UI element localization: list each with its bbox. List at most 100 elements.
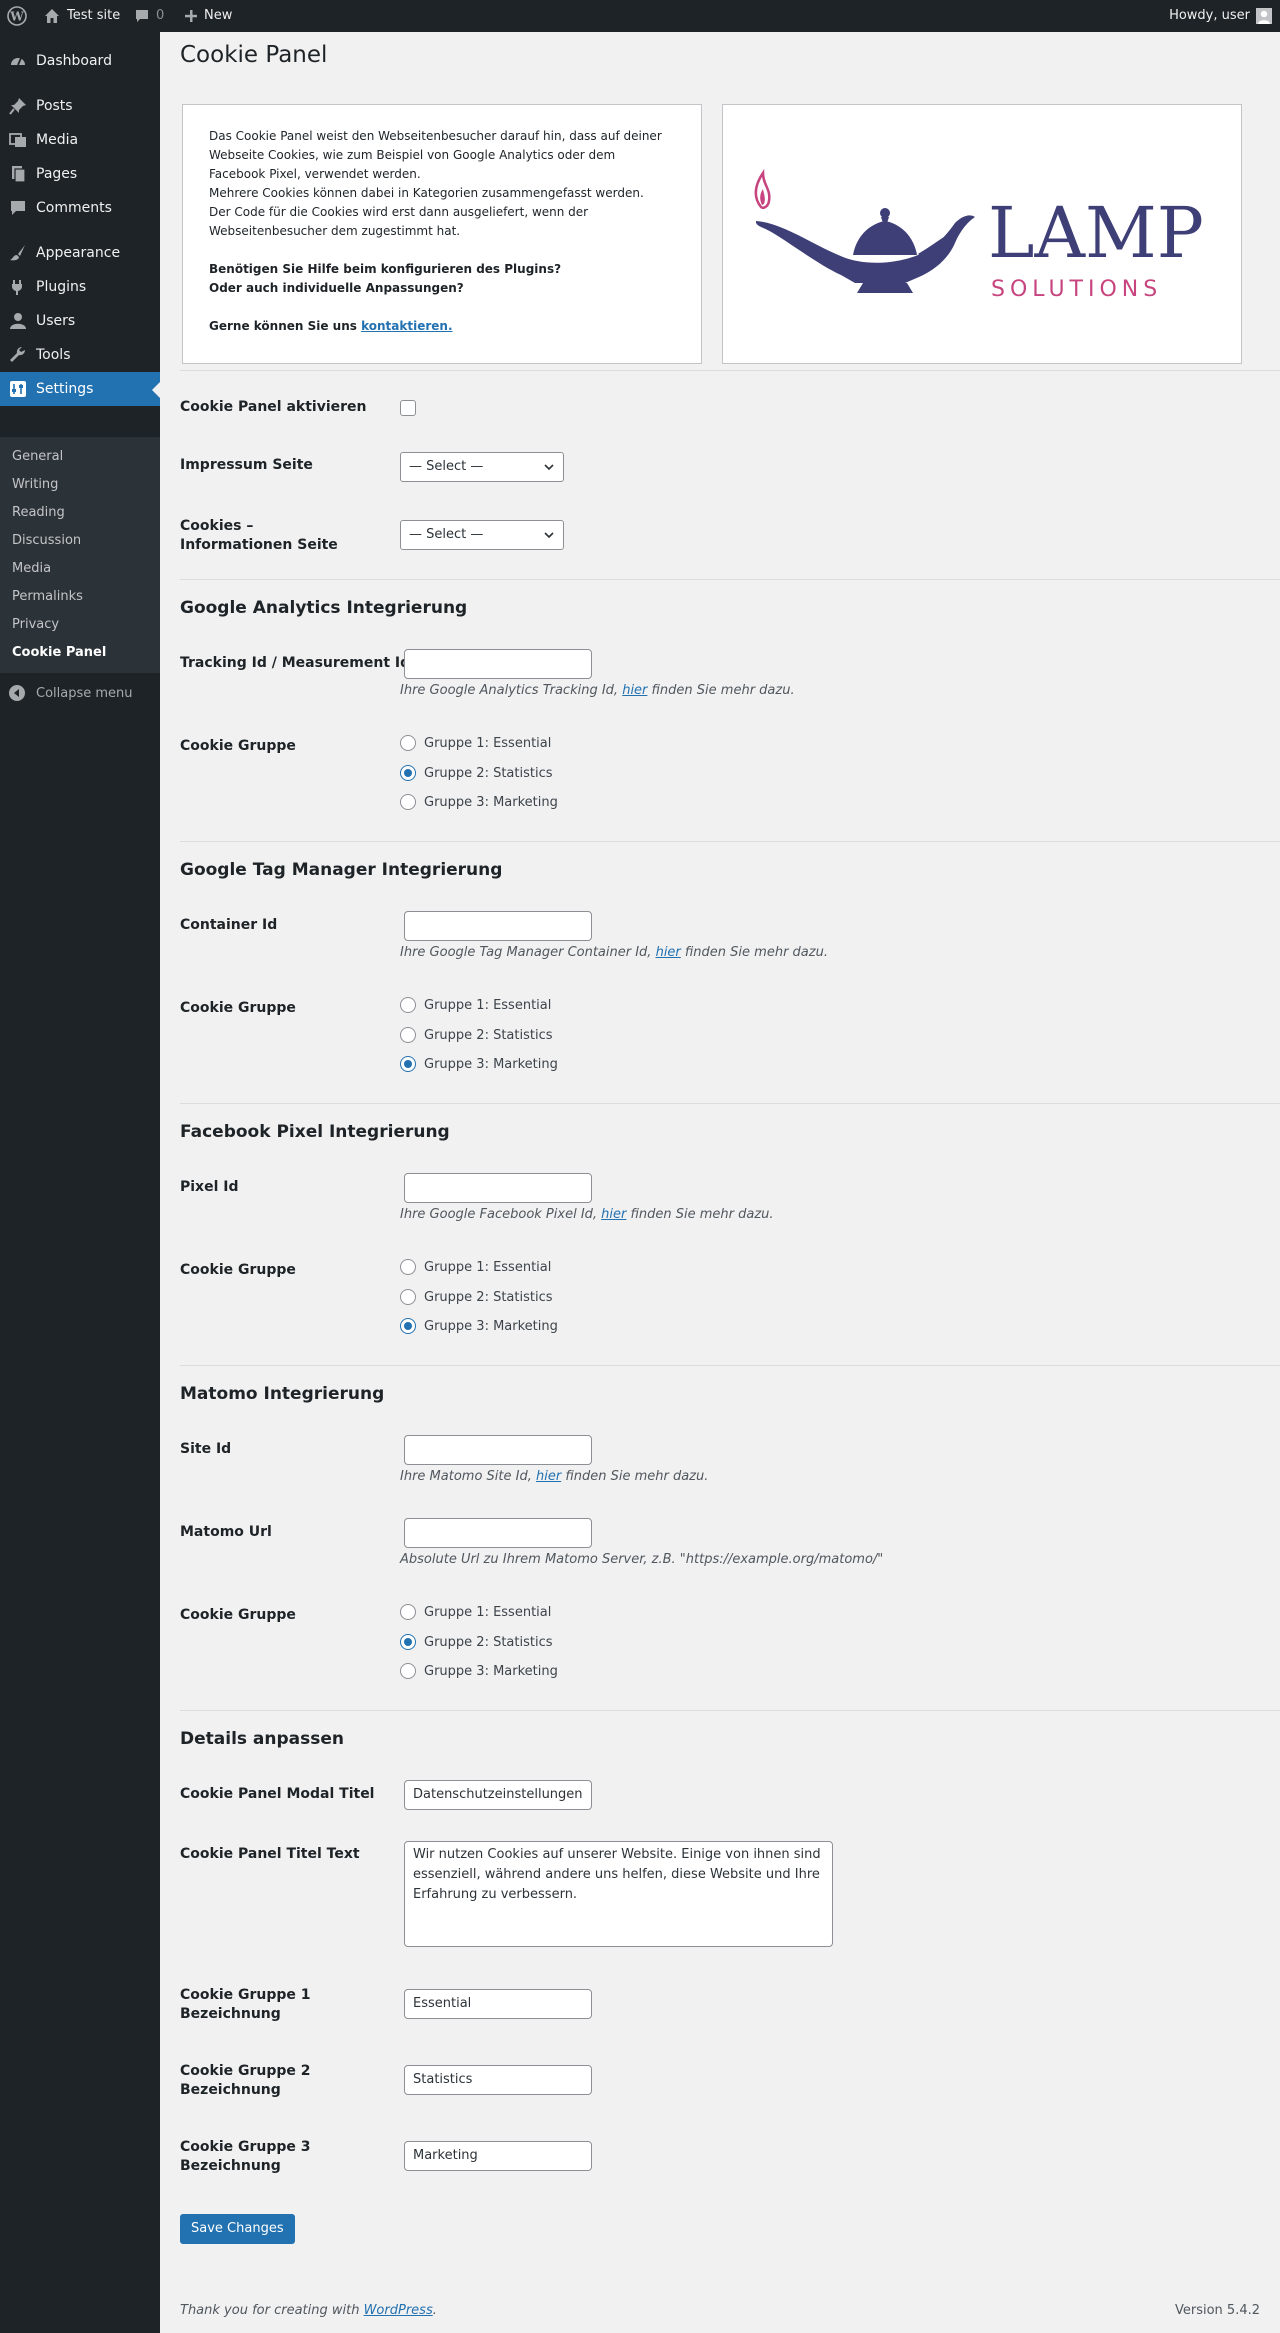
radio-button[interactable] <box>400 794 416 810</box>
site-name-link[interactable]: Test site <box>44 0 120 32</box>
new-content-link[interactable]: New <box>184 0 232 32</box>
matomo-url-description: Absolute Url zu Ihrem Matomo Server, z.B… <box>400 1552 884 1567</box>
fb-radio-group-1[interactable]: Gruppe 1: Essential <box>400 1259 551 1275</box>
submenu-item-privacy[interactable]: Privacy <box>12 617 59 632</box>
matomo-help-link[interactable]: hier <box>536 1469 561 1484</box>
sidebar-item-label: Settings <box>36 381 94 397</box>
ga-section-title: Google Analytics Integrierung <box>180 598 468 618</box>
sidebar-item-tools[interactable]: Tools <box>0 338 160 372</box>
radio-label: Gruppe 1: Essential <box>424 997 552 1013</box>
submenu-item-discussion[interactable]: Discussion <box>12 533 81 548</box>
settings-submenu: General Writing Reading Discussion Media… <box>0 437 160 673</box>
fb-description: Ihre Google Facebook Pixel Id, hier find… <box>400 1207 774 1222</box>
desc-suffix: finden Sie mehr dazu. <box>561 1469 709 1484</box>
admin-bar: W Test site 0 New Howdy, user <box>0 0 1280 32</box>
wordpress-logo-icon[interactable]: W <box>7 0 27 32</box>
desc-suffix: finden Sie mehr dazu. <box>647 683 795 698</box>
radio-button[interactable] <box>400 1027 416 1043</box>
desc-prefix: Ihre Matomo Site Id, <box>400 1469 536 1484</box>
details-section-title: Details anpassen <box>180 1729 345 1749</box>
submenu-item-permalinks[interactable]: Permalinks <box>12 589 83 604</box>
sidebar-item-media[interactable]: Media <box>0 123 160 157</box>
gtm-help-link[interactable]: hier <box>656 945 681 960</box>
account-menu[interactable]: Howdy, user <box>1169 0 1272 32</box>
title-text-textarea[interactable]: Wir nutzen Cookies auf unserer Website. … <box>404 1841 833 1947</box>
site-name: Test site <box>67 8 121 23</box>
contact-link[interactable]: kontaktieren. <box>361 319 452 333</box>
group1-name-input[interactable]: Essential <box>404 1989 592 2019</box>
radio-button[interactable] <box>400 1604 416 1620</box>
sidebar-item-pages[interactable]: Pages <box>0 157 160 191</box>
radio-button[interactable] <box>400 1056 416 1072</box>
matomo-radio-group-2[interactable]: Gruppe 2: Statistics <box>400 1634 553 1650</box>
submenu-item-cookie-panel[interactable]: Cookie Panel <box>12 645 106 660</box>
radio-label: Gruppe 2: Statistics <box>424 1634 553 1650</box>
radio-button[interactable] <box>400 1634 416 1650</box>
submenu-item-writing[interactable]: Writing <box>12 477 58 492</box>
fb-pixel-label: Pixel Id <box>180 1179 239 1195</box>
gtm-radio-group-2[interactable]: Gruppe 2: Statistics <box>400 1027 553 1043</box>
sidebar-item-settings[interactable]: Settings <box>0 372 160 406</box>
modal-title-input[interactable]: Datenschutzeinstellungen <box>404 1780 592 1810</box>
matomo-radio-group-1[interactable]: Gruppe 1: Essential <box>400 1604 551 1620</box>
user-icon <box>8 311 28 331</box>
sidebar-item-plugins[interactable]: Plugins <box>0 270 160 304</box>
radio-button[interactable] <box>400 997 416 1013</box>
ga-tracking-input[interactable] <box>404 649 592 679</box>
submenu-item-general[interactable]: General <box>12 449 63 464</box>
fb-help-link[interactable]: hier <box>601 1207 626 1222</box>
fb-radio-group-2[interactable]: Gruppe 2: Statistics <box>400 1289 553 1305</box>
cookies-info-label: Cookies – Informationen Seite <box>180 518 338 553</box>
submenu-item-media[interactable]: Media <box>12 561 51 576</box>
plug-icon <box>8 277 28 297</box>
gtm-radio-group-1[interactable]: Gruppe 1: Essential <box>400 997 551 1013</box>
sidebar-item-comments[interactable]: Comments <box>0 191 160 225</box>
cookies-info-select[interactable]: — Select — <box>400 520 564 550</box>
collapse-menu-button[interactable]: Collapse menu <box>8 684 133 702</box>
intro-contact: Gerne können Sie uns kontaktieren. <box>209 317 675 336</box>
radio-button[interactable] <box>400 1259 416 1275</box>
radio-button[interactable] <box>400 735 416 751</box>
activate-label: Cookie Panel aktivieren <box>180 399 367 415</box>
impressum-select[interactable]: — Select — <box>400 452 564 482</box>
wordpress-link[interactable]: WordPress <box>364 2303 433 2318</box>
sidebar-item-label: Users <box>36 313 76 329</box>
sidebar-item-dashboard[interactable]: Dashboard <box>0 44 160 78</box>
modal-title-label: Cookie Panel Modal Titel <box>180 1786 375 1802</box>
sidebar-item-users[interactable]: Users <box>0 304 160 338</box>
intro-box: Das Cookie Panel weist den Webseitenbesu… <box>182 104 702 364</box>
cookies-info-select-value: — Select — <box>409 527 484 542</box>
radio-button[interactable] <box>400 765 416 781</box>
fb-pixel-input[interactable] <box>404 1173 592 1203</box>
gtm-description: Ihre Google Tag Manager Container Id, hi… <box>400 945 828 960</box>
sidebar-item-appearance[interactable]: Appearance <box>0 236 160 270</box>
collapse-label: Collapse menu <box>36 685 133 701</box>
comments-link[interactable]: 0 <box>134 0 164 32</box>
matomo-site-input[interactable] <box>404 1435 592 1465</box>
gtm-radio-group-3[interactable]: Gruppe 3: Marketing <box>400 1056 558 1072</box>
matomo-radio-group-3[interactable]: Gruppe 3: Marketing <box>400 1663 558 1679</box>
intro-text-1: Das Cookie Panel weist den Webseitenbesu… <box>209 129 662 181</box>
activate-checkbox[interactable] <box>400 400 416 416</box>
radio-button[interactable] <box>400 1318 416 1334</box>
group2-name-input[interactable]: Statistics <box>404 2065 592 2095</box>
ga-radio-group-3[interactable]: Gruppe 3: Marketing <box>400 794 558 810</box>
intro-help-1: Benötigen Sie Hilfe beim konfigurieren d… <box>209 262 562 276</box>
matomo-url-input[interactable] <box>404 1518 592 1548</box>
ga-radio-group-1[interactable]: Gruppe 1: Essential <box>400 735 551 751</box>
intro-help-2: Oder auch individuelle Anpassungen? <box>209 281 464 295</box>
fb-radio-group-3[interactable]: Gruppe 3: Marketing <box>400 1318 558 1334</box>
save-changes-button[interactable]: Save Changes <box>180 2214 295 2244</box>
gtm-container-input[interactable] <box>404 911 592 941</box>
radio-label: Gruppe 2: Statistics <box>424 765 553 781</box>
footer-thanks: Thank you for creating with WordPress. <box>180 2303 437 2318</box>
radio-label: Gruppe 3: Marketing <box>424 1663 558 1679</box>
radio-button[interactable] <box>400 1289 416 1305</box>
radio-button[interactable] <box>400 1663 416 1679</box>
group3-name-input[interactable]: Marketing <box>404 2141 592 2171</box>
sidebar-item-posts[interactable]: Posts <box>0 89 160 123</box>
ga-radio-group-2[interactable]: Gruppe 2: Statistics <box>400 765 553 781</box>
submenu-item-reading[interactable]: Reading <box>12 505 65 520</box>
ga-help-link[interactable]: hier <box>622 683 647 698</box>
sidebar-item-label: Comments <box>36 200 112 216</box>
